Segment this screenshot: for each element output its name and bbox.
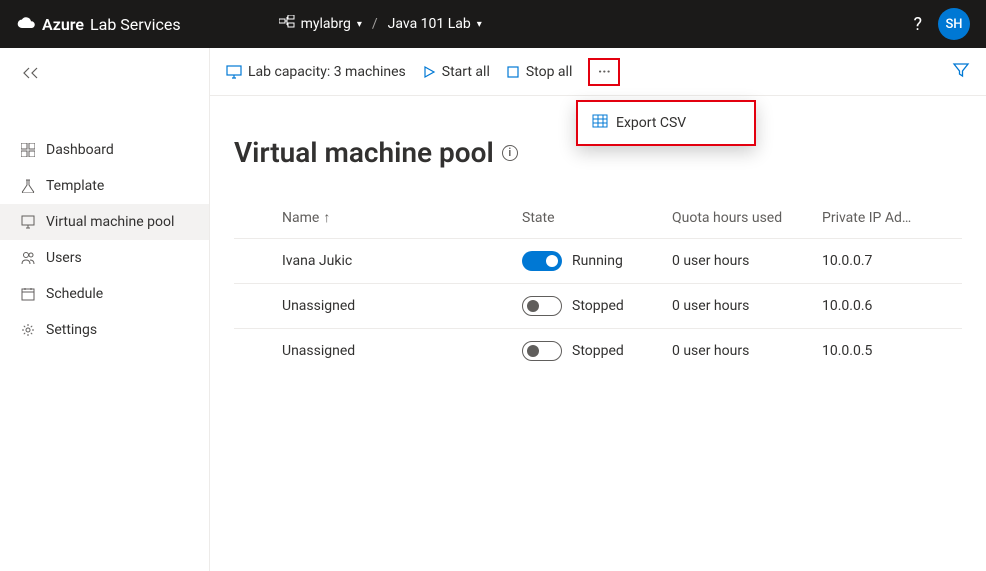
start-all-label: Start all [442, 64, 490, 80]
sidebar-collapse-button[interactable] [0, 58, 209, 92]
info-icon[interactable]: i [502, 145, 518, 161]
breadcrumb: mylabrg ▾ / Java 101 Lab ▾ [279, 15, 482, 33]
avatar-initials: SH [945, 17, 962, 32]
column-state[interactable]: State [522, 210, 672, 226]
vm-ip: 10.0.0.6 [822, 298, 962, 314]
vm-quota: 0 user hours [672, 298, 822, 314]
vm-state-label: Stopped [572, 298, 624, 314]
breadcrumb-rg-label: mylabrg [301, 16, 351, 32]
vm-name: Unassigned [282, 343, 522, 359]
users-icon [20, 251, 36, 265]
page-title-text: Virtual machine pool [234, 136, 494, 169]
table-row[interactable]: Unassigned Stopped 0 user hours 10.0.0.6 [234, 283, 962, 328]
vm-quota: 0 user hours [672, 343, 822, 359]
export-csv-label: Export CSV [616, 115, 686, 131]
vm-name: Ivana Jukic [282, 253, 522, 269]
sidebar-item-schedule[interactable]: Schedule [0, 276, 209, 312]
column-quota[interactable]: Quota hours used [672, 210, 822, 226]
sidebar-item-settings[interactable]: Settings [0, 312, 209, 348]
export-csv-item[interactable]: Export CSV [578, 108, 754, 138]
sidebar-item-label: Template [46, 178, 104, 194]
play-icon [422, 65, 436, 79]
stop-all-label: Stop all [526, 64, 573, 80]
sidebar-item-dashboard[interactable]: Dashboard [0, 132, 209, 168]
vm-table: Name ↑ State Quota hours used Private IP… [234, 197, 962, 373]
topbar-right: ? SH [913, 8, 970, 40]
topbar-left: Azure Lab Services mylabrg ▾ / Java 101 … [16, 15, 482, 34]
vm-ip: 10.0.0.5 [822, 343, 962, 359]
main-area: Lab capacity: 3 machines Start all Stop … [210, 48, 986, 571]
table-row[interactable]: Unassigned Stopped 0 user hours 10.0.0.5 [234, 328, 962, 373]
sidebar: Dashboard Template Virtual machine pool … [0, 48, 210, 571]
lab-capacity-label: Lab capacity: 3 machines [248, 64, 406, 80]
calendar-icon [20, 287, 36, 301]
lab-capacity-button[interactable]: Lab capacity: 3 machines [226, 64, 406, 80]
dashboard-icon [20, 143, 36, 157]
start-all-button[interactable]: Start all [422, 64, 490, 80]
table-row[interactable]: Ivana Jukic Running 0 user hours 10.0.0.… [234, 238, 962, 283]
vm-name: Unassigned [282, 298, 522, 314]
sidebar-item-vm-pool[interactable]: Virtual machine pool [0, 204, 209, 240]
sidebar-item-label: Settings [46, 322, 97, 338]
help-icon[interactable]: ? [913, 14, 922, 35]
vm-state-label: Running [572, 253, 623, 269]
stop-icon [506, 65, 520, 79]
sort-asc-icon: ↑ [323, 209, 330, 226]
column-name[interactable]: Name ↑ [282, 209, 522, 226]
breadcrumb-resource-group[interactable]: mylabrg ▾ [279, 15, 362, 33]
breadcrumb-lab[interactable]: Java 101 Lab ▾ [388, 16, 482, 32]
sidebar-item-template[interactable]: Template [0, 168, 209, 204]
azure-logo-icon [16, 15, 36, 34]
sidebar-item-label: Users [46, 250, 82, 266]
sidebar-item-users[interactable]: Users [0, 240, 209, 276]
vm-state-toggle[interactable] [522, 296, 562, 316]
monitor-icon [226, 65, 242, 79]
toolbar: Lab capacity: 3 machines Start all Stop … [210, 48, 986, 96]
brand[interactable]: Azure Lab Services [16, 15, 181, 34]
vm-state-toggle[interactable] [522, 341, 562, 361]
column-quota-label: Quota hours used [672, 210, 782, 226]
table-icon [592, 114, 608, 132]
breadcrumb-separator: / [372, 16, 378, 32]
monitor-icon [20, 215, 36, 229]
brand-bold: Azure [42, 15, 84, 34]
stop-all-button[interactable]: Stop all [506, 64, 573, 80]
chevron-down-icon: ▾ [477, 19, 482, 30]
resource-group-icon [279, 15, 295, 33]
chevron-down-icon: ▾ [357, 19, 362, 30]
column-ip[interactable]: Private IP Ad… [822, 210, 962, 226]
flask-icon [20, 179, 36, 193]
filter-button[interactable] [952, 61, 970, 83]
table-header: Name ↑ State Quota hours used Private IP… [234, 197, 962, 238]
brand-rest: Lab Services [90, 15, 181, 34]
column-state-label: State [522, 210, 555, 226]
column-name-label: Name [282, 210, 319, 226]
avatar[interactable]: SH [938, 8, 970, 40]
more-actions-dropdown: Export CSV [576, 100, 756, 146]
more-icon: ··· [598, 64, 611, 80]
vm-quota: 0 user hours [672, 253, 822, 269]
gear-icon [20, 323, 36, 337]
more-actions-button[interactable]: ··· [588, 58, 620, 86]
top-header: Azure Lab Services mylabrg ▾ / Java 101 … [0, 0, 986, 48]
vm-ip: 10.0.0.7 [822, 253, 962, 269]
vm-state-label: Stopped [572, 343, 624, 359]
breadcrumb-lab-label: Java 101 Lab [388, 16, 471, 32]
vm-state-toggle[interactable] [522, 251, 562, 271]
sidebar-item-label: Schedule [46, 286, 103, 302]
sidebar-nav: Dashboard Template Virtual machine pool … [0, 132, 209, 348]
sidebar-item-label: Virtual machine pool [46, 214, 174, 230]
sidebar-item-label: Dashboard [46, 142, 114, 158]
column-ip-label: Private IP Ad… [822, 210, 911, 226]
